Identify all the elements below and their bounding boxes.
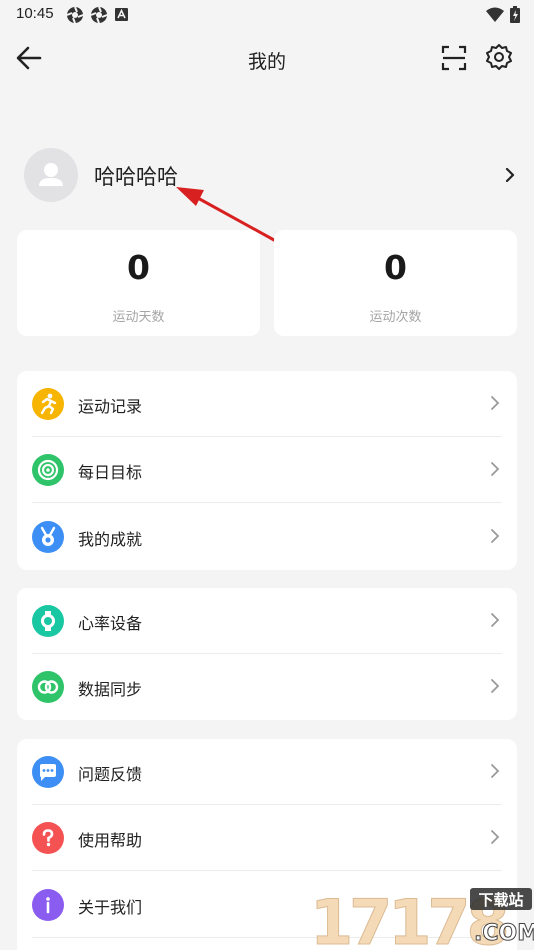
chevron-right-icon (491, 679, 500, 693)
chevron-right-icon (491, 613, 500, 627)
menu-item-label: 我的成就 (78, 530, 143, 549)
notification-icons (66, 6, 130, 24)
sync-icon (32, 671, 64, 703)
user-icon (39, 163, 63, 186)
watch-icon (32, 605, 64, 637)
help-icon (32, 822, 64, 854)
menu-item-label: 每日目标 (78, 463, 143, 482)
aperture-icon (66, 6, 84, 24)
stat-value: 0 (127, 248, 150, 287)
chat-icon (32, 756, 64, 788)
menu-item-data-sync[interactable]: 数据同步 (17, 654, 517, 720)
menu-item-feedback[interactable]: 问题反馈 (17, 739, 517, 805)
menu-item-label: 使用帮助 (78, 831, 143, 850)
status-time: 10:45 (16, 5, 54, 22)
battery-icon (510, 6, 520, 23)
menu-item-label: 关于我们 (78, 898, 143, 917)
svg-text:.COM: .COM (474, 921, 534, 946)
target-icon (32, 454, 64, 486)
chevron-right-icon (491, 462, 500, 476)
chevron-right-icon (491, 396, 500, 410)
stat-card-sessions[interactable]: 0 运动次数 (274, 230, 517, 336)
chevron-right-icon (491, 830, 500, 844)
aperture-icon-2 (90, 6, 108, 24)
menu-group-activity: 运动记录 每日目标 我的成就 (17, 371, 517, 570)
scan-icon (441, 45, 467, 71)
stat-label: 运动次数 (369, 310, 422, 325)
a-badge-icon (115, 8, 128, 21)
menu-item-label: 运动记录 (78, 397, 143, 416)
top-bar: 我的 (0, 30, 534, 86)
divider (32, 870, 502, 871)
medal-icon (32, 521, 64, 553)
site-watermark-logo: 17178 下载站 .COM (310, 886, 534, 950)
menu-item-help[interactable]: 使用帮助 (17, 805, 517, 871)
menu-item-achievements[interactable]: 我的成就 (17, 504, 517, 570)
stat-label: 运动天数 (112, 310, 165, 325)
menu-item-exercise-records[interactable]: 运动记录 (17, 371, 517, 437)
system-icons (486, 6, 520, 23)
running-icon (32, 388, 64, 420)
status-bar: 10:45 (0, 0, 534, 30)
menu-item-label: 数据同步 (78, 680, 143, 699)
menu-item-daily-goal[interactable]: 每日目标 (17, 437, 517, 503)
wifi-icon (486, 7, 504, 22)
chevron-right-icon (491, 529, 500, 543)
info-icon (32, 889, 64, 921)
menu-item-heart-rate-device[interactable]: 心率设备 (17, 588, 517, 654)
divider (32, 502, 502, 503)
svg-text:下载站: 下载站 (478, 891, 523, 909)
menu-group-devices: 心率设备 数据同步 (17, 588, 517, 720)
stat-value: 0 (384, 248, 407, 287)
chevron-right-icon (505, 167, 515, 183)
scan-button[interactable] (440, 44, 468, 72)
gear-icon (486, 44, 512, 70)
stat-card-days[interactable]: 0 运动天数 (17, 230, 260, 336)
avatar[interactable] (24, 148, 78, 202)
user-name: 哈哈哈哈 (94, 165, 178, 189)
menu-item-label: 心率设备 (78, 614, 143, 633)
menu-item-label: 问题反馈 (78, 765, 143, 784)
settings-button[interactable] (485, 43, 513, 71)
chevron-right-icon (491, 764, 500, 778)
